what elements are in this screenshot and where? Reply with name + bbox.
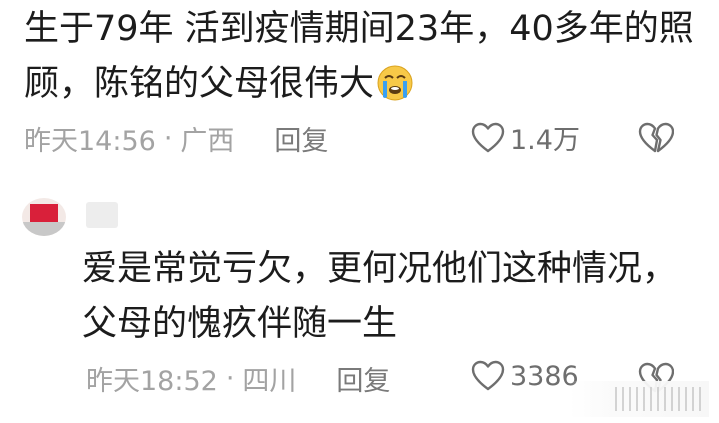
watermark-pattern <box>615 387 705 411</box>
comment-2-time: 昨天18:52 <box>86 365 218 397</box>
avatar[interactable] <box>22 198 66 236</box>
avatar-red-shape <box>30 204 58 224</box>
comment-1-like-count: 1.4万 <box>510 125 580 156</box>
comment-1-line-1: 生于79年 活到疫情期间23年，40多年的照 <box>24 9 694 49</box>
broken-heart-icon <box>638 120 674 156</box>
comment-2-meta: 昨天18:52 · 四川 回复 <box>86 358 390 398</box>
crying-face-icon <box>376 64 414 119</box>
comment-2-location: 四川 <box>242 365 297 397</box>
watermark <box>569 381 709 417</box>
comment-1-meta: 昨天14:56 · 广西 回复 <box>24 118 328 158</box>
comment-list: 生于79年 活到疫情期间23年，40多年的照 顾，陈铭的父母很伟大 昨天14:5… <box>0 0 719 423</box>
comment-2-like-button[interactable]: 3386 <box>470 358 579 394</box>
comment-2-line-1: 爱是常觉亏欠，更何况他们这种情况， <box>82 249 678 289</box>
avatar-bottom-shape <box>22 222 66 236</box>
comment-1-reply-button[interactable]: 回复 <box>274 119 328 158</box>
meta-separator: · <box>225 362 235 394</box>
comment-1-like-button[interactable]: 1.4万 <box>470 118 580 157</box>
comment-1-text: 生于79年 活到疫情期间23年，40多年的照 顾，陈铭的父母很伟大 <box>24 2 694 119</box>
comment-1-line-2-text: 顾，陈铭的父母很伟大 <box>24 64 375 104</box>
comment-1-dislike-button[interactable] <box>638 120 674 156</box>
heart-icon <box>470 120 506 156</box>
comment-2-line-2: 父母的愧疚伴随一生 <box>82 304 398 344</box>
comment-2-reply-button[interactable]: 回复 <box>336 359 390 398</box>
comment-2-text: 爱是常觉亏欠，更何况他们这种情况， 父母的愧疚伴随一生 <box>82 242 677 352</box>
comment-1-location: 广西 <box>180 125 235 157</box>
comment-1-line-2: 顾，陈铭的父母很伟大 <box>24 57 694 119</box>
username-placeholder[interactable] <box>86 202 118 228</box>
meta-separator: · <box>163 122 173 154</box>
heart-icon <box>470 358 506 394</box>
comment-1-time: 昨天14:56 <box>24 125 156 157</box>
